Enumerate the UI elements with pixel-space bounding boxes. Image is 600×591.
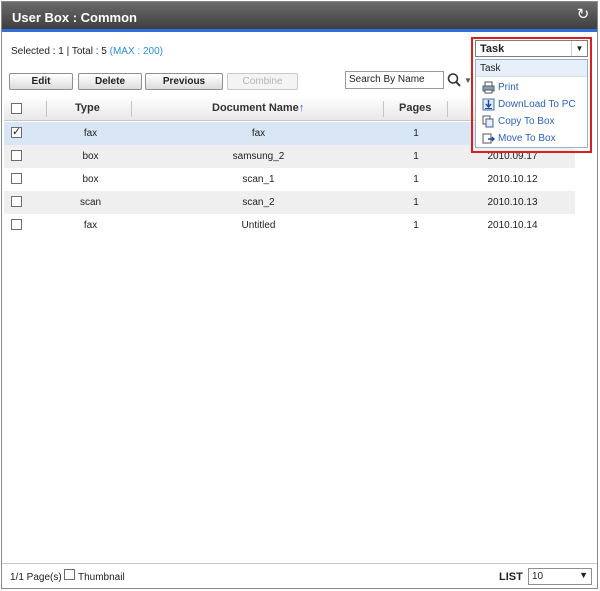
list-size-value: 10 xyxy=(532,571,544,582)
table-row[interactable]: box scan_1 1 2010.10.12 xyxy=(4,168,575,191)
footer-bar: 1/1 Page(s) Thumbnail LIST 10 ▼ xyxy=(2,563,597,588)
type-cell: scan xyxy=(79,197,102,208)
task-item-label: Move To Box xyxy=(498,133,556,144)
pages-cell: 1 xyxy=(413,151,419,162)
type-cell: box xyxy=(82,151,99,162)
date-cell: 2010.10.13 xyxy=(487,197,538,208)
list-size-select[interactable]: 10 ▼ xyxy=(528,568,592,585)
task-menu: Task Print DownLoad To PC Copy To Box Mo… xyxy=(475,59,588,148)
row-checkbox[interactable] xyxy=(11,125,22,138)
task-menu-header[interactable]: Task xyxy=(476,60,587,77)
delete-button[interactable]: Delete xyxy=(78,73,142,90)
type-cell: fax xyxy=(83,220,98,231)
thumbnail-label: Thumbnail xyxy=(78,572,125,583)
refresh-icon[interactable]: ↻ xyxy=(575,7,591,23)
previous-button[interactable]: Previous xyxy=(145,73,223,90)
thumbnail-checkbox[interactable] xyxy=(64,569,75,580)
task-select[interactable]: Task ▼ xyxy=(475,40,588,57)
search-input[interactable]: Search By Name xyxy=(345,71,444,89)
date-cell: 2010.10.14 xyxy=(487,220,538,231)
pages-cell: 1 xyxy=(413,220,419,231)
title-bar: User Box : Common ↻ xyxy=(2,2,597,32)
edit-button[interactable]: Edit xyxy=(9,73,73,90)
print-icon xyxy=(482,81,495,94)
selection-summary: Selected : 1 | Total : 5 (MAX : 200) xyxy=(11,46,163,57)
type-cell: fax xyxy=(83,128,98,139)
document-name-column-header[interactable]: Document Name↑ xyxy=(212,102,304,114)
column-divider xyxy=(447,101,448,117)
summary-separator: | xyxy=(66,46,70,57)
selected-count: Selected : 1 xyxy=(11,46,64,57)
download-icon xyxy=(482,98,495,111)
pages-cell: 1 xyxy=(413,197,419,208)
column-divider xyxy=(131,101,132,117)
task-item-label: Copy To Box xyxy=(498,116,555,127)
chevron-down-icon: ▼ xyxy=(579,570,588,580)
document-name-cell: Untitled xyxy=(241,220,276,231)
pages-column-header[interactable]: Pages xyxy=(399,102,431,114)
row-checkbox[interactable] xyxy=(11,173,22,184)
select-all-checkbox[interactable] xyxy=(11,103,22,114)
list-label: LIST xyxy=(499,571,523,583)
column-divider xyxy=(46,101,47,117)
table-row[interactable]: scan scan_2 1 2010.10.13 xyxy=(4,191,575,214)
document-name-cell: fax xyxy=(251,128,266,139)
page-indicator: 1/1 Page(s) xyxy=(10,572,62,583)
max-count: (MAX : 200) xyxy=(109,46,163,57)
row-checkbox[interactable] xyxy=(11,219,22,230)
task-item-label: Print xyxy=(498,82,519,93)
document-name-label: Document Name xyxy=(212,102,299,114)
task-item-label: DownLoad To PC xyxy=(498,99,576,110)
column-divider xyxy=(383,101,384,117)
pages-cell: 1 xyxy=(413,128,419,139)
pages-cell: 1 xyxy=(413,174,419,185)
sort-ascending-icon: ↑ xyxy=(298,102,305,114)
window-title: User Box : Common xyxy=(12,10,137,25)
document-name-cell: samsung_2 xyxy=(232,151,285,162)
document-name-cell: scan_2 xyxy=(242,197,275,208)
date-cell: 2010.10.12 xyxy=(487,174,538,185)
row-checkbox[interactable] xyxy=(11,196,22,207)
copy-icon xyxy=(482,115,494,128)
move-icon xyxy=(482,133,495,144)
chevron-down-icon: ▼ xyxy=(571,41,587,56)
type-column-header[interactable]: Type xyxy=(75,102,100,114)
task-select-value: Task xyxy=(480,43,505,55)
search-icon[interactable] xyxy=(446,71,463,89)
row-checkbox[interactable] xyxy=(11,150,22,161)
combine-button[interactable]: Combine xyxy=(227,73,298,90)
total-count: Total : 5 xyxy=(71,46,107,57)
table-row[interactable]: fax Untitled 1 2010.10.14 xyxy=(4,214,575,237)
document-name-cell: scan_1 xyxy=(242,174,275,185)
type-cell: box xyxy=(82,174,99,185)
